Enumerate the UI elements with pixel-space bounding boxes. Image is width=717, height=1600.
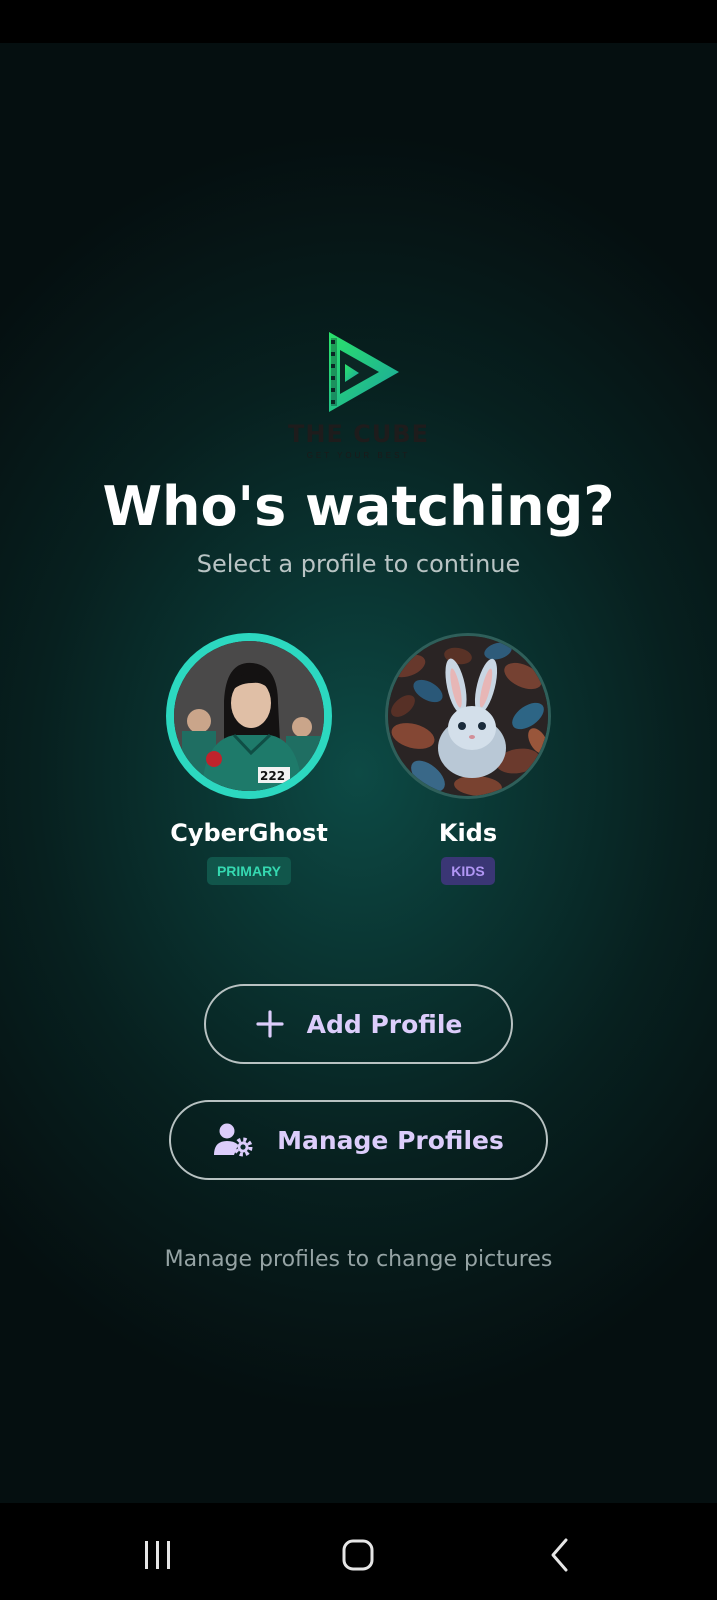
add-profile-label: Add Profile (306, 1009, 463, 1039)
logo-name: THE CUBE (288, 420, 429, 448)
status-badge: PRIMARY (206, 857, 292, 885)
avatar[interactable]: 222 (166, 633, 332, 799)
manage-profiles-button[interactable]: Manage Profiles (169, 1100, 548, 1180)
back-icon (551, 1538, 568, 1572)
profile-card-primary[interactable]: 222 CyberGhost PRIMARY (129, 630, 369, 885)
recents-icon (145, 1541, 170, 1569)
profile-name: CyberGhost (170, 819, 328, 847)
manage-hint-text: Manage profiles to change pictures (164, 1247, 553, 1272)
page-subtitle: Select a profile to continue (196, 550, 521, 578)
profile-photo-icon: 222 (174, 641, 324, 791)
profile-name: Kids (438, 819, 498, 847)
add-profile-button[interactable]: Add Profile (204, 984, 513, 1064)
bunny-avatar-icon (388, 636, 548, 796)
status-badge: KIDS (441, 857, 495, 885)
logo-tagline: GET YOUR BEST (306, 451, 411, 460)
screen: THE CUBE GET YOUR BEST Who's watching? S… (0, 0, 717, 1600)
status-bar (0, 0, 717, 43)
recents-button[interactable] (128, 1530, 188, 1580)
back-button[interactable] (530, 1530, 590, 1580)
avatar[interactable] (385, 633, 551, 799)
page-title: Who's watching? (102, 475, 615, 538)
play-logo-icon (328, 332, 399, 412)
home-button[interactable] (328, 1530, 388, 1580)
home-icon (342, 1539, 374, 1571)
svg-text:222: 222 (260, 769, 285, 783)
app-logo: THE CUBE GET YOUR BEST (0, 320, 717, 462)
manage-profiles-label: Manage Profiles (277, 1125, 504, 1155)
profile-card-kids[interactable]: Kids KIDS (348, 630, 588, 885)
plus-icon (255, 1009, 285, 1039)
user-gear-icon (213, 1122, 255, 1158)
